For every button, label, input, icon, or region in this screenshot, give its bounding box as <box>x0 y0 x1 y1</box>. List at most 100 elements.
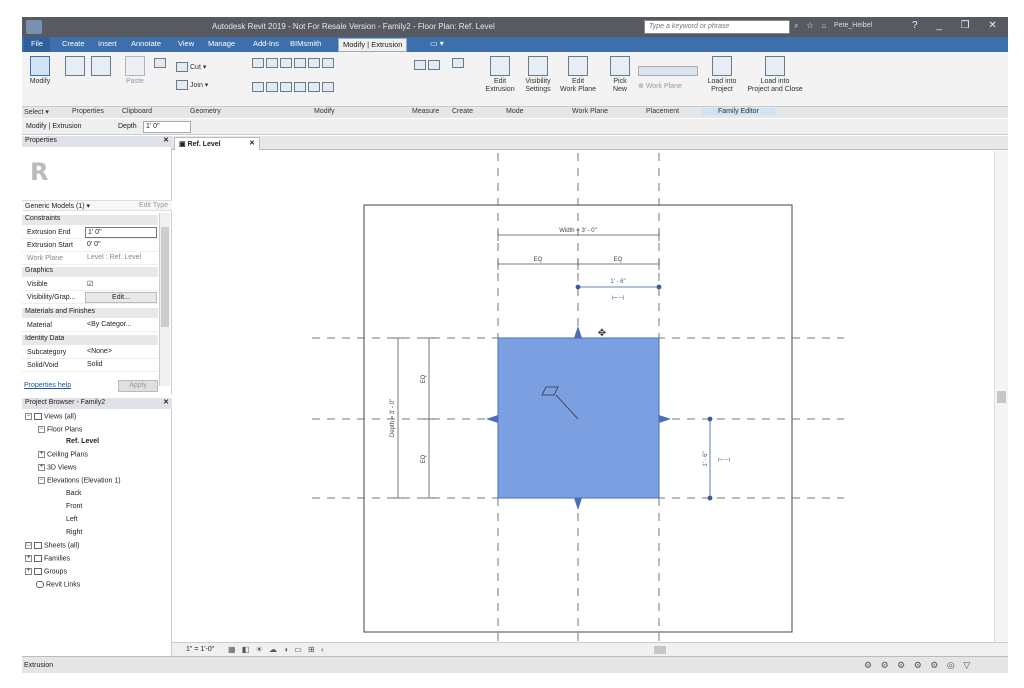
visible-checkbox[interactable]: ☑ <box>85 279 157 290</box>
modify-tools-row-1[interactable] <box>252 58 336 68</box>
tab-create[interactable]: Create <box>62 39 85 48</box>
tab-file[interactable]: File <box>24 37 50 52</box>
selection-filter-icons[interactable]: ⚙ ⚙ ⚙ ⚙ ⚙ ◎ ▽ <box>864 660 973 671</box>
node-sheets[interactable]: □ Sheets (all) <box>25 542 79 549</box>
cut-geometry-button[interactable]: Cut ▾ <box>176 62 206 72</box>
edit-type-button[interactable]: Edit Type <box>139 202 168 209</box>
type-selector[interactable]: Generic Models (1) ▾ Edit Type <box>22 200 172 211</box>
eq-label-bottom[interactable]: EQ <box>421 454 427 463</box>
eq-label-left[interactable]: EQ <box>534 257 543 263</box>
revit-logo-icon[interactable] <box>26 20 42 34</box>
expand-icon[interactable]: + <box>25 555 32 562</box>
subcategory-value[interactable]: <None> <box>85 347 157 358</box>
pick-new-button[interactable]: Pick New <box>606 56 634 94</box>
node-ceiling-plans[interactable]: + Ceiling Plans <box>38 451 88 458</box>
temp-dim-label-right[interactable]: 1' - 6" <box>703 451 709 466</box>
solid-void-value[interactable]: Solid <box>85 360 157 371</box>
edit-work-plane-button[interactable]: Edit Work Plane <box>556 56 600 94</box>
tab-insert[interactable]: Insert <box>98 39 117 48</box>
temp-dim-label-top[interactable]: 1' - 6" <box>610 279 625 285</box>
collapse-icon[interactable]: − <box>25 413 32 420</box>
prop-subcategory[interactable]: Subcategory <None> <box>22 346 158 359</box>
node-families[interactable]: + Families <box>25 555 70 562</box>
search-input[interactable]: Type a keyword or phrase <box>644 20 790 34</box>
prop-visible[interactable]: Visible ☑ <box>22 278 158 291</box>
category-identity[interactable]: Identity Data <box>22 335 158 345</box>
properties-help-link[interactable]: Properties help <box>24 382 71 389</box>
user-name[interactable]: Pete_Heibel <box>834 22 872 29</box>
window-controls[interactable]: ? _ ❐ ✕ <box>912 20 1005 31</box>
properties-scrollbar[interactable] <box>159 213 170 386</box>
node-3d-views[interactable]: +3D Views <box>38 464 76 471</box>
tab-view[interactable]: View <box>178 39 194 48</box>
prop-solid-void[interactable]: Solid/Void Solid <box>22 359 158 372</box>
prop-visibility-graphics[interactable]: Visibility/Grap... Edit... <box>22 291 158 304</box>
work-plane-button[interactable]: ⊕ Work Plane <box>638 82 682 90</box>
lock-icon[interactable]: ⊢⊣ <box>718 457 730 464</box>
modify-button[interactable]: Modify <box>26 56 54 86</box>
tab-annotate[interactable]: Annotate <box>131 39 161 48</box>
material-value[interactable]: <By Categor... <box>85 320 157 331</box>
apply-button[interactable]: Apply <box>118 380 158 392</box>
load-and-close-button[interactable]: Load into Project and Close <box>744 56 806 94</box>
view-control-icons[interactable]: ▦ ◧ ☀ ☁ ◑ ▭ ⊞ ‹ <box>228 645 326 654</box>
node-left[interactable]: Left <box>66 516 78 523</box>
load-into-project-button[interactable]: Load into Project <box>702 56 742 94</box>
horizontal-scroll-thumb[interactable] <box>654 646 666 654</box>
prop-extrusion-end[interactable]: Extrusion End 1' 0" <box>22 226 158 239</box>
measure-tools[interactable] <box>414 60 442 70</box>
tab-overflow-icon[interactable]: ▭ ▾ <box>430 39 444 48</box>
drawing-svg[interactable]: Width = 3' - 0" EQ EQ 1' - 6" ⊢⊣ Depth =… <box>172 151 994 642</box>
create-tools[interactable] <box>452 58 466 68</box>
properties-button[interactable] <box>64 56 86 78</box>
clipboard-small-tools[interactable] <box>154 58 168 68</box>
scroll-thumb[interactable] <box>161 227 169 327</box>
node-views[interactable]: − Views (all) <box>25 413 76 420</box>
tab-add-ins[interactable]: Add-Ins <box>253 39 279 48</box>
close-icon[interactable]: ✕ <box>249 139 255 147</box>
node-back[interactable]: Back <box>66 490 82 497</box>
depth-dim-label[interactable]: Depth = 3' - 0" <box>390 399 396 437</box>
expand-icon[interactable]: □ <box>25 542 32 549</box>
expand-icon[interactable]: + <box>38 464 45 471</box>
prop-extrusion-start[interactable]: Extrusion Start 0' 0" <box>22 239 158 252</box>
eq-label-right[interactable]: EQ <box>614 257 623 263</box>
collapse-icon[interactable]: − <box>38 426 45 433</box>
view-tab-ref-level[interactable]: ▣ Ref. Level ✕ <box>174 137 260 150</box>
category-graphics[interactable]: Graphics <box>22 267 158 277</box>
expand-icon[interactable]: + <box>25 568 32 575</box>
drawing-canvas[interactable]: Width = 3' - 0" EQ EQ 1' - 6" ⊢⊣ Depth =… <box>172 151 994 642</box>
close-icon[interactable]: ✕ <box>163 136 169 144</box>
temp-dim-horizontal[interactable] <box>575 284 662 290</box>
infocenter-icons[interactable]: ⌕ ☆ ⌂ <box>794 21 829 31</box>
node-elevations[interactable]: − Elevations (Elevation 1) <box>38 477 121 484</box>
node-ref-level[interactable]: Ref. Level <box>66 438 99 445</box>
node-floor-plans[interactable]: − Floor Plans <box>38 426 82 433</box>
visibility-settings-button[interactable]: Visibility Settings <box>518 56 558 94</box>
work-plane-dropdown[interactable] <box>638 66 698 76</box>
paste-button[interactable]: Paste <box>122 56 148 86</box>
edit-extrusion-button[interactable]: Edit Extrusion <box>480 56 520 94</box>
join-geometry-button[interactable]: Join ▾ <box>176 80 208 90</box>
depth-input[interactable]: 1' 0" <box>143 121 191 133</box>
node-revit-links[interactable]: Revit Links <box>36 581 80 588</box>
visibility-edit-button[interactable]: Edit... <box>85 292 157 303</box>
tab-manage[interactable]: Manage <box>208 39 235 48</box>
node-front[interactable]: Front <box>66 503 82 510</box>
canvas-vertical-scrollbar[interactable] <box>994 151 1008 642</box>
modify-tools-row-2[interactable] <box>252 82 336 92</box>
panel-select[interactable]: Select ▾ <box>24 108 49 116</box>
view-scale[interactable]: 1" = 1'-0" <box>186 646 214 653</box>
tab-bimsmith[interactable]: BIMsmith <box>290 39 321 48</box>
extrusion-solid[interactable] <box>497 337 660 499</box>
expand-icon[interactable]: + <box>38 451 45 458</box>
collapse-icon[interactable]: − <box>38 477 45 484</box>
node-groups[interactable]: + Groups <box>25 568 67 575</box>
extrusion-start-value[interactable]: 0' 0" <box>85 240 157 251</box>
eq-label-top[interactable]: EQ <box>421 374 427 383</box>
depth-dimension[interactable] <box>393 337 435 499</box>
tab-modify-extrusion[interactable]: Modify | Extrusion <box>338 38 408 52</box>
scroll-thumb[interactable] <box>997 391 1006 403</box>
width-dim-label[interactable]: Width = 3' - 0" <box>559 228 596 234</box>
category-constraints[interactable]: Constraints <box>22 215 158 225</box>
